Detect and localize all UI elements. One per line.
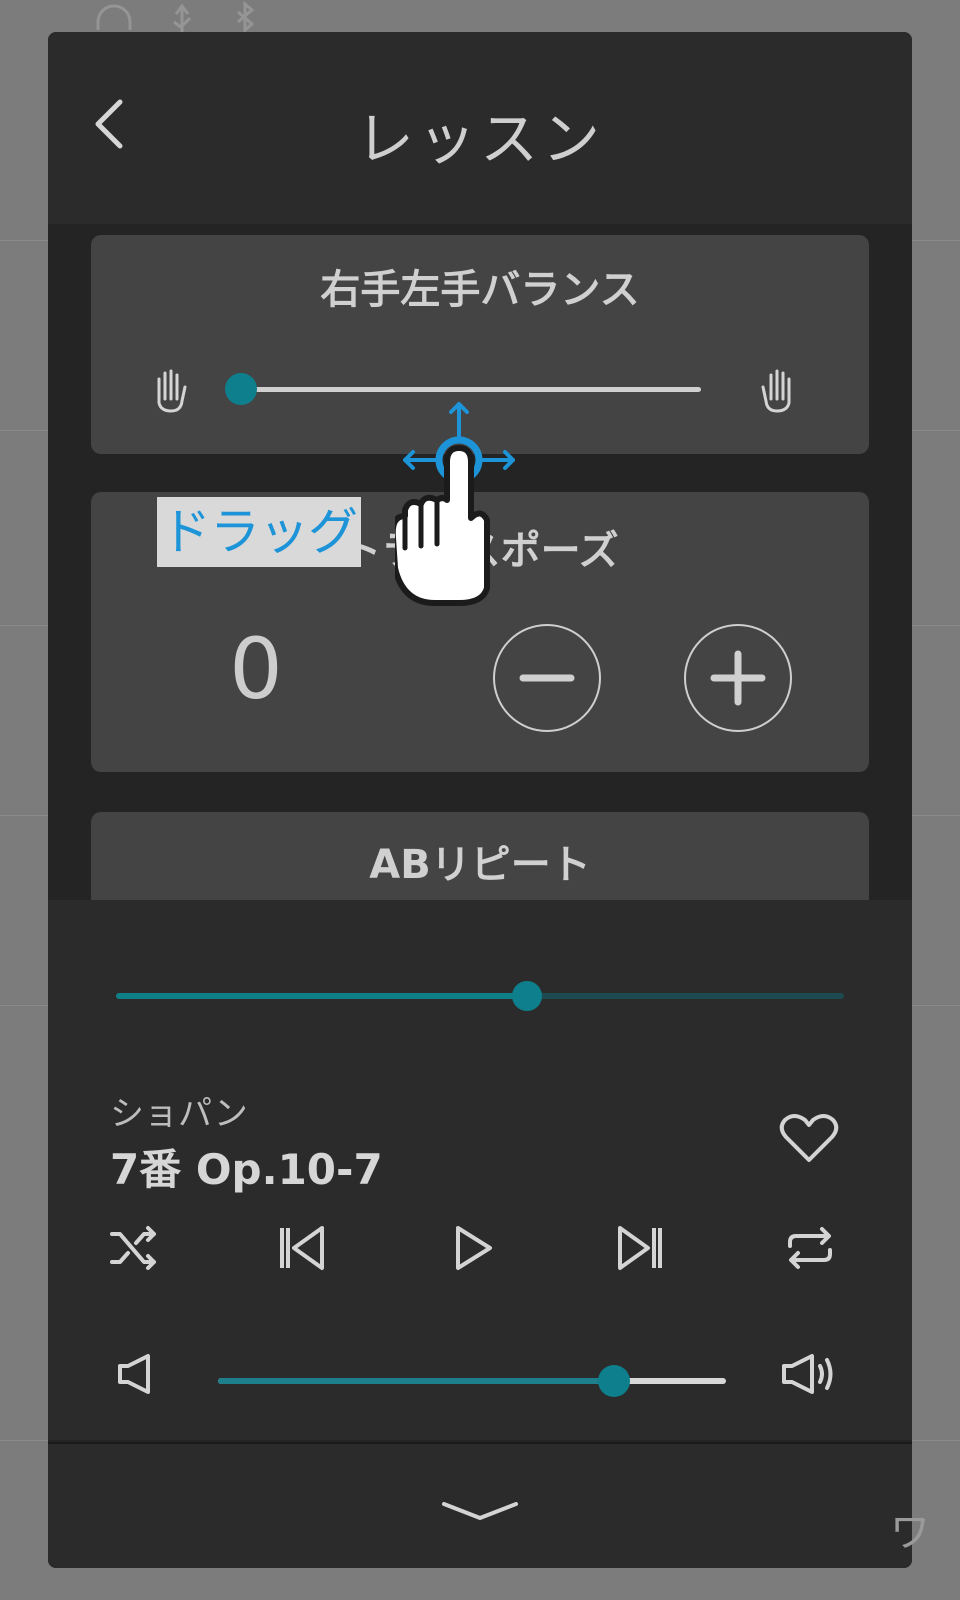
favorite-button[interactable] [778,1110,840,1166]
next-button[interactable] [612,1220,668,1276]
drag-hand-icon [389,398,535,608]
usb-icon [173,3,192,34]
repeat-icon [788,1227,832,1269]
song-title: 7番 Op.10-7 [110,1145,383,1194]
ab-repeat-title: ABリピート [369,842,591,888]
volume-slider[interactable] [218,1365,726,1397]
shuffle-button[interactable] [106,1220,162,1276]
shuffle-icon [110,1226,156,1270]
balance-slider[interactable] [225,373,701,405]
composer-name: ショパン [110,1094,248,1134]
volume-thumb[interactable] [598,1365,631,1397]
dialog-header: レッスン [48,32,912,224]
previous-icon [280,1226,324,1270]
headphones-icon [96,4,132,30]
next-icon [618,1226,662,1270]
balance-slider-thumb[interactable] [225,373,257,405]
heart-icon [779,1114,839,1162]
volume-low-icon [114,1352,176,1396]
drag-tutorial-label: ドラッグ [157,497,361,567]
balance-title: 右手左手バランス [320,267,640,313]
left-hand-icon [149,365,189,413]
collapse-button[interactable] [430,1492,530,1532]
bluetooth-icon [237,0,255,34]
player-panel: ショパン 7番 Op.10-7 [48,900,912,1440]
volume-level [218,1378,615,1384]
right-hand-icon [759,365,799,413]
volume-high-icon [780,1352,842,1396]
dialog-footer [48,1442,912,1568]
transpose-value: 0 [229,620,283,718]
play-button[interactable] [444,1220,500,1276]
seek-slider[interactable] [116,981,844,1011]
lesson-dialog: レッスン 右手左手バランス トランスポーズ 0 [48,32,912,1568]
repeat-button[interactable] [782,1220,838,1276]
previous-button[interactable] [274,1220,330,1276]
minus-icon [519,674,575,682]
chevron-down-icon [442,1502,518,1520]
transpose-minus-button[interactable] [493,624,601,732]
plus-icon [710,650,766,706]
seek-progress [116,993,528,999]
play-icon [456,1226,492,1270]
transpose-plus-button[interactable] [684,624,792,732]
background-corner-glyph: ワ [890,1510,930,1556]
dialog-title: レッスン [355,105,604,173]
seek-thumb[interactable] [512,981,543,1011]
